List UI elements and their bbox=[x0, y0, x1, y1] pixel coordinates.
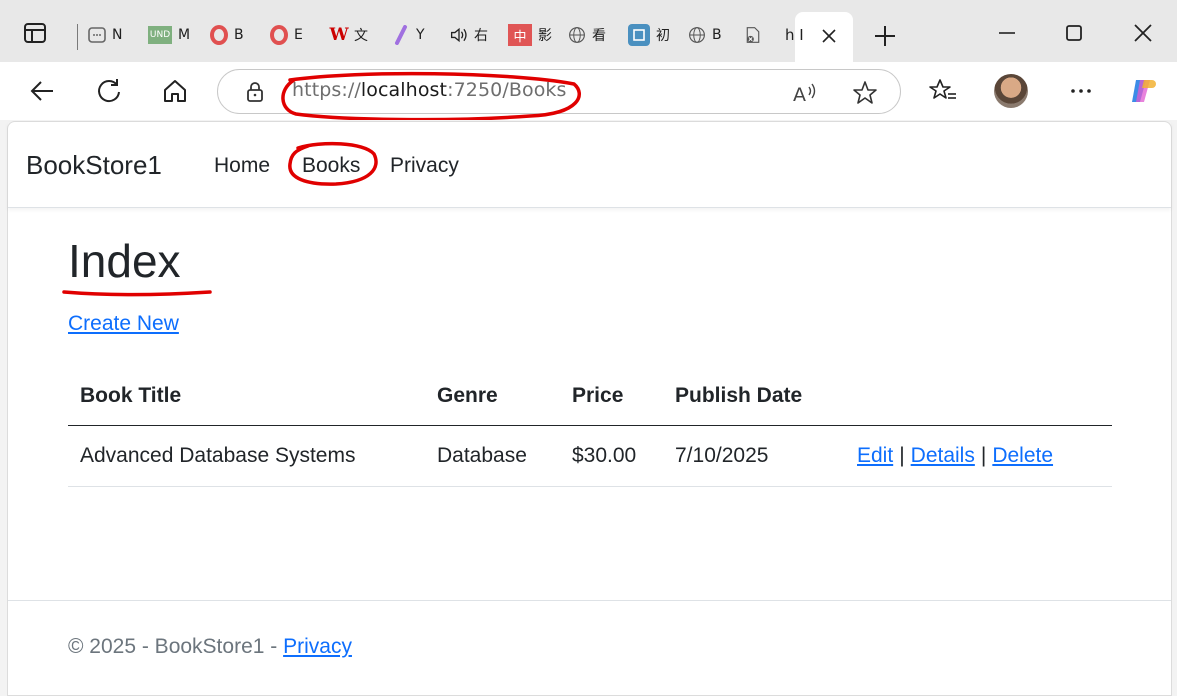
annotation-title-underline bbox=[62, 290, 212, 297]
tab-label: Y bbox=[416, 27, 425, 43]
cell-actions: Edit | Details | Delete bbox=[845, 425, 1112, 487]
site-navbar: BookStore1 Home Books Privacy bbox=[8, 122, 1171, 208]
blocked-page-icon bbox=[744, 26, 762, 44]
chinese-icon: 中 bbox=[508, 24, 532, 46]
minimize-icon[interactable] bbox=[994, 20, 1020, 46]
footer-text: © 2025 - BookStore1 - Privacy bbox=[68, 635, 352, 659]
nav-home[interactable]: Home bbox=[214, 154, 270, 178]
lock-icon[interactable] bbox=[246, 82, 264, 102]
svg-text:A: A bbox=[793, 84, 806, 105]
und-icon: UND bbox=[148, 26, 172, 44]
tab-2[interactable]: UND M bbox=[148, 22, 190, 48]
active-tab[interactable]: h I bbox=[785, 12, 853, 62]
tab-label: 影 bbox=[538, 28, 552, 44]
profile-avatar[interactable] bbox=[994, 74, 1028, 108]
read-aloud-icon[interactable]: A bbox=[792, 81, 818, 105]
tab-1[interactable]: N bbox=[88, 22, 122, 48]
cell-publish-date: 7/10/2025 bbox=[663, 425, 845, 487]
footer-copyright: © 2025 - BookStore1 - bbox=[68, 635, 284, 658]
globe-icon bbox=[688, 26, 706, 44]
tab-label: h I bbox=[785, 26, 804, 44]
refresh-icon[interactable] bbox=[95, 77, 123, 105]
tab-label: 看 bbox=[592, 28, 606, 44]
tab-8[interactable]: 中 影 bbox=[508, 22, 552, 48]
app-icon bbox=[628, 24, 650, 46]
tab-label: B bbox=[712, 27, 722, 43]
annotation-url-circle bbox=[281, 71, 581, 122]
header-price: Price bbox=[560, 366, 663, 426]
tab-12[interactable] bbox=[744, 22, 768, 48]
table-row: Advanced Database Systems Database $30.0… bbox=[68, 425, 1112, 487]
tab-3[interactable]: B bbox=[210, 22, 244, 48]
cell-genre: Database bbox=[425, 425, 560, 487]
delete-link[interactable]: Delete bbox=[992, 444, 1053, 467]
close-tab-icon[interactable] bbox=[821, 28, 837, 44]
copilot-icon[interactable] bbox=[1128, 76, 1158, 106]
browser-toolbar: https://localhost:7250/Books A bbox=[0, 62, 1177, 120]
new-tab-icon[interactable] bbox=[872, 23, 898, 49]
tab-11[interactable]: B bbox=[688, 22, 722, 48]
tab-10[interactable]: 初 bbox=[628, 22, 670, 48]
home-icon[interactable] bbox=[161, 77, 189, 105]
favorite-star-icon[interactable] bbox=[852, 80, 878, 106]
site-footer: © 2025 - BookStore1 - Privacy bbox=[8, 600, 1171, 696]
close-window-icon[interactable] bbox=[1130, 20, 1156, 46]
maximize-icon[interactable] bbox=[1061, 20, 1087, 46]
header-actions bbox=[845, 366, 1112, 426]
tab-label: 文 bbox=[354, 28, 368, 44]
header-genre: Genre bbox=[425, 366, 560, 426]
more-menu-icon[interactable] bbox=[1066, 76, 1096, 106]
books-table: Book Title Genre Price Publish Date Adva… bbox=[68, 366, 1112, 487]
tab-4[interactable]: E bbox=[270, 22, 303, 48]
sidebar-toggle-icon[interactable] bbox=[24, 22, 46, 44]
tab-label: M bbox=[178, 27, 191, 43]
brand-link[interactable]: BookStore1 bbox=[26, 150, 162, 181]
favorites-bar-icon[interactable] bbox=[928, 76, 958, 106]
annotation-books-circle bbox=[288, 141, 378, 186]
back-arrow-icon[interactable] bbox=[28, 77, 56, 105]
opera-icon bbox=[270, 25, 288, 45]
cell-book-title: Advanced Database Systems bbox=[68, 425, 425, 487]
tab-label: B bbox=[234, 27, 244, 43]
opera-icon bbox=[210, 25, 228, 45]
tab-label: 初 bbox=[656, 28, 670, 44]
slash-icon bbox=[392, 25, 410, 45]
tab-6[interactable]: Y bbox=[392, 22, 425, 48]
create-new-link[interactable]: Create New bbox=[68, 312, 179, 336]
speaker-icon bbox=[450, 26, 468, 44]
table-header-row: Book Title Genre Price Publish Date bbox=[68, 366, 1112, 426]
tab-5[interactable]: W 文 bbox=[329, 22, 368, 48]
details-link[interactable]: Details bbox=[911, 444, 975, 467]
w-icon: W bbox=[329, 25, 349, 45]
calendar-icon bbox=[88, 26, 106, 44]
footer-privacy-link[interactable]: Privacy bbox=[283, 635, 352, 658]
tab-label: E bbox=[294, 27, 303, 43]
globe-icon bbox=[568, 26, 586, 44]
page-title: Index bbox=[68, 235, 181, 287]
tab-9[interactable]: 看 bbox=[568, 22, 606, 48]
header-publish-date: Publish Date bbox=[663, 366, 845, 426]
separator: | bbox=[899, 444, 905, 467]
tab-7[interactable]: 右 bbox=[450, 22, 488, 48]
tab-divider bbox=[77, 24, 78, 50]
nav-privacy[interactable]: Privacy bbox=[390, 154, 459, 178]
edit-link[interactable]: Edit bbox=[857, 444, 893, 467]
tab-strip: N UND M B E W 文 Y 右 中 影 看 初 B h I bbox=[0, 0, 1177, 62]
header-book-title: Book Title bbox=[68, 366, 425, 426]
cell-price: $30.00 bbox=[560, 425, 663, 487]
tab-label: 右 bbox=[474, 28, 488, 44]
tab-label: N bbox=[112, 27, 123, 43]
page-viewport: BookStore1 Home Books Privacy Index Crea… bbox=[7, 121, 1172, 696]
separator: | bbox=[980, 444, 987, 467]
